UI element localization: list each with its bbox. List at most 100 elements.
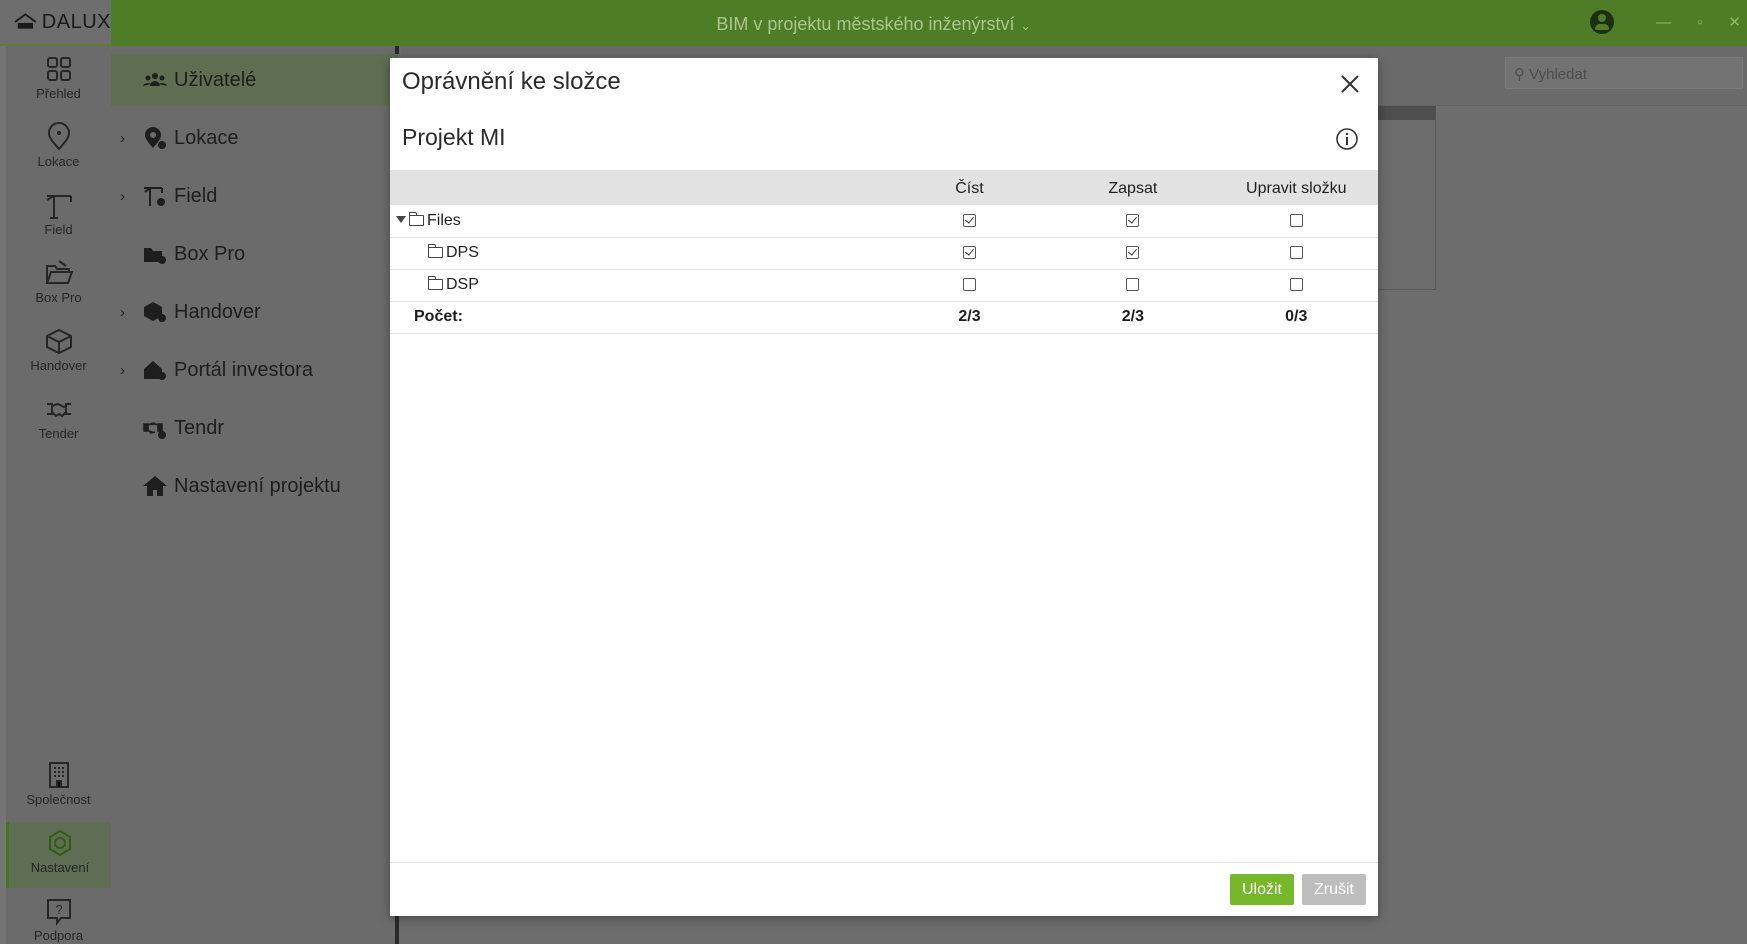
home-icon (143, 476, 167, 496)
grid-icon (46, 57, 71, 81)
menu-item-label: Field (174, 184, 218, 207)
settings-menu: Uživatelé › Lokace › Field Box Pro › Han… (111, 46, 399, 944)
permissions-table: Číst Zapsat Upravit složku Files DPS DSP… (390, 170, 1378, 334)
column-header-read: Číst (887, 170, 1052, 205)
rail-item-tender[interactable]: Tender (6, 388, 111, 454)
menu-item-handover[interactable]: › Handover (111, 286, 399, 338)
rail-label: Field (44, 222, 73, 237)
rail-item-nastaveni[interactable]: Nastavení (6, 822, 111, 888)
project-name: Projekt MI (402, 124, 506, 150)
house-settings-icon (144, 361, 166, 380)
rail-item-spolecnost[interactable]: Společnost (6, 754, 111, 820)
table-row: DPS (390, 237, 1378, 270)
edit-folder-checkbox[interactable] (1289, 278, 1303, 292)
search-field[interactable]: ⚲ Vyhledat (1505, 57, 1743, 89)
rail-item-handover[interactable]: Handover (6, 320, 111, 386)
rail-label: Lokace (37, 154, 80, 169)
rail-item-prehled[interactable]: Přehled (6, 48, 111, 114)
title-bar: DALUX BIM v projektu městského inženýrst… (0, 0, 1747, 46)
chevron-right-icon[interactable]: › (120, 362, 134, 379)
menu-item-label: Portál investora (174, 358, 313, 381)
chevron-down-icon: ⌄ (1020, 19, 1031, 33)
edit-total: 0/3 (1214, 301, 1378, 334)
table-row: Files (390, 205, 1378, 238)
write-checkbox[interactable] (1126, 278, 1140, 292)
info-icon[interactable] (1334, 126, 1360, 152)
folder-settings-icon (144, 248, 166, 264)
box-icon (45, 328, 72, 355)
read-checkbox[interactable] (962, 278, 976, 292)
cancel-button[interactable]: Zrušit (1302, 874, 1366, 905)
read-total: 2/3 (887, 301, 1052, 334)
read-checkbox[interactable] (962, 246, 976, 260)
rail-item-field[interactable]: Field (6, 184, 111, 250)
search-placeholder: Vyhledat (1529, 66, 1587, 83)
crane-icon (46, 195, 72, 219)
users-icon (143, 73, 167, 86)
menu-item-lokace[interactable]: › Lokace (111, 112, 399, 164)
rail-item-lokace[interactable]: Lokace (6, 116, 111, 182)
edit-folder-checkbox[interactable] (1289, 246, 1303, 260)
rail-label: Podpora (33, 928, 84, 943)
help-icon: ? (46, 899, 71, 926)
rail-item-box-pro[interactable]: Box Pro (6, 252, 111, 318)
close-window-icon[interactable]: ✕ (1728, 13, 1741, 31)
minimize-icon[interactable]: — (1656, 14, 1671, 31)
menu-item-nastaveni-projektu[interactable]: Nastavení projektu (111, 460, 399, 512)
menu-item-field[interactable]: › Field (111, 170, 399, 222)
menu-item-label: Uživatelé (174, 68, 257, 91)
project-title-text: BIM v projektu městského inženýrství (716, 14, 1015, 34)
folder-name: DPS (446, 244, 479, 261)
building-icon (48, 762, 69, 788)
write-checkbox[interactable] (1126, 246, 1140, 260)
menu-item-label: Nastavení projektu (174, 474, 341, 497)
write-checkbox[interactable] (1126, 214, 1140, 228)
module-rail: Přehled Lokace Field Box Pro Handover Te… (0, 46, 111, 944)
totals-label: Počet: (390, 301, 888, 334)
background-panel (1370, 106, 1436, 290)
rail-label: Přehled (36, 86, 81, 101)
menu-item-label: Handover (174, 300, 261, 323)
table-header-row: Číst Zapsat Upravit složku (390, 170, 1378, 205)
menu-item-tendr[interactable]: Tendr (111, 402, 399, 454)
rail-item-podpora[interactable]: ? Podpora (6, 890, 111, 944)
edit-folder-checkbox[interactable] (1289, 214, 1303, 228)
folder-cell: Files (390, 205, 888, 238)
expand-triangle-icon[interactable] (396, 215, 406, 223)
rail-label: Společnost (26, 792, 91, 807)
menu-item-box-pro[interactable]: Box Pro (111, 228, 399, 280)
menu-item-portal-investora[interactable]: › Portál investora (111, 344, 399, 396)
folder-open-icon (45, 260, 73, 284)
maximize-icon[interactable]: ▫ (1697, 14, 1702, 31)
box-settings-icon (144, 302, 166, 322)
svg-text:?: ? (55, 902, 62, 917)
chevron-right-icon[interactable]: › (120, 130, 134, 147)
folder-name: DSP (446, 276, 479, 293)
project-title[interactable]: BIM v projektu městského inženýrství ⌄ (0, 14, 1747, 35)
rail-label: Handover (30, 358, 87, 373)
column-header-write: Zapsat (1051, 170, 1215, 205)
menu-item-uzivatele[interactable]: Uživatelé (111, 54, 399, 106)
chevron-right-icon[interactable]: › (120, 304, 134, 321)
save-button[interactable]: Uložit (1229, 874, 1294, 905)
gear-icon (49, 829, 71, 857)
column-header-folder (390, 170, 888, 205)
folder-icon (427, 276, 443, 290)
table-row: DSP (390, 269, 1378, 302)
handshake-icon (46, 402, 71, 418)
window-controls: — ▫ ✕ (1590, 10, 1747, 34)
user-account-icon[interactable] (1590, 10, 1615, 34)
rail-label: Nastavení (30, 860, 90, 875)
close-icon[interactable] (1336, 70, 1364, 98)
rail-label: Tender (38, 426, 79, 441)
totals-row: Počet: 2/3 2/3 0/3 (390, 301, 1378, 334)
menu-item-label: Lokace (174, 126, 239, 149)
crane-settings-icon (144, 187, 165, 206)
read-checkbox[interactable] (962, 214, 976, 228)
chevron-right-icon[interactable]: › (120, 188, 134, 205)
dialog-title: Oprávnění ke složce (402, 68, 621, 95)
folder-cell: DPS (390, 237, 888, 270)
folder-icon (427, 244, 443, 258)
folder-permissions-dialog: Oprávnění ke složce Projekt MI Číst Zaps… (390, 58, 1378, 916)
menu-item-label: Tendr (174, 416, 225, 439)
